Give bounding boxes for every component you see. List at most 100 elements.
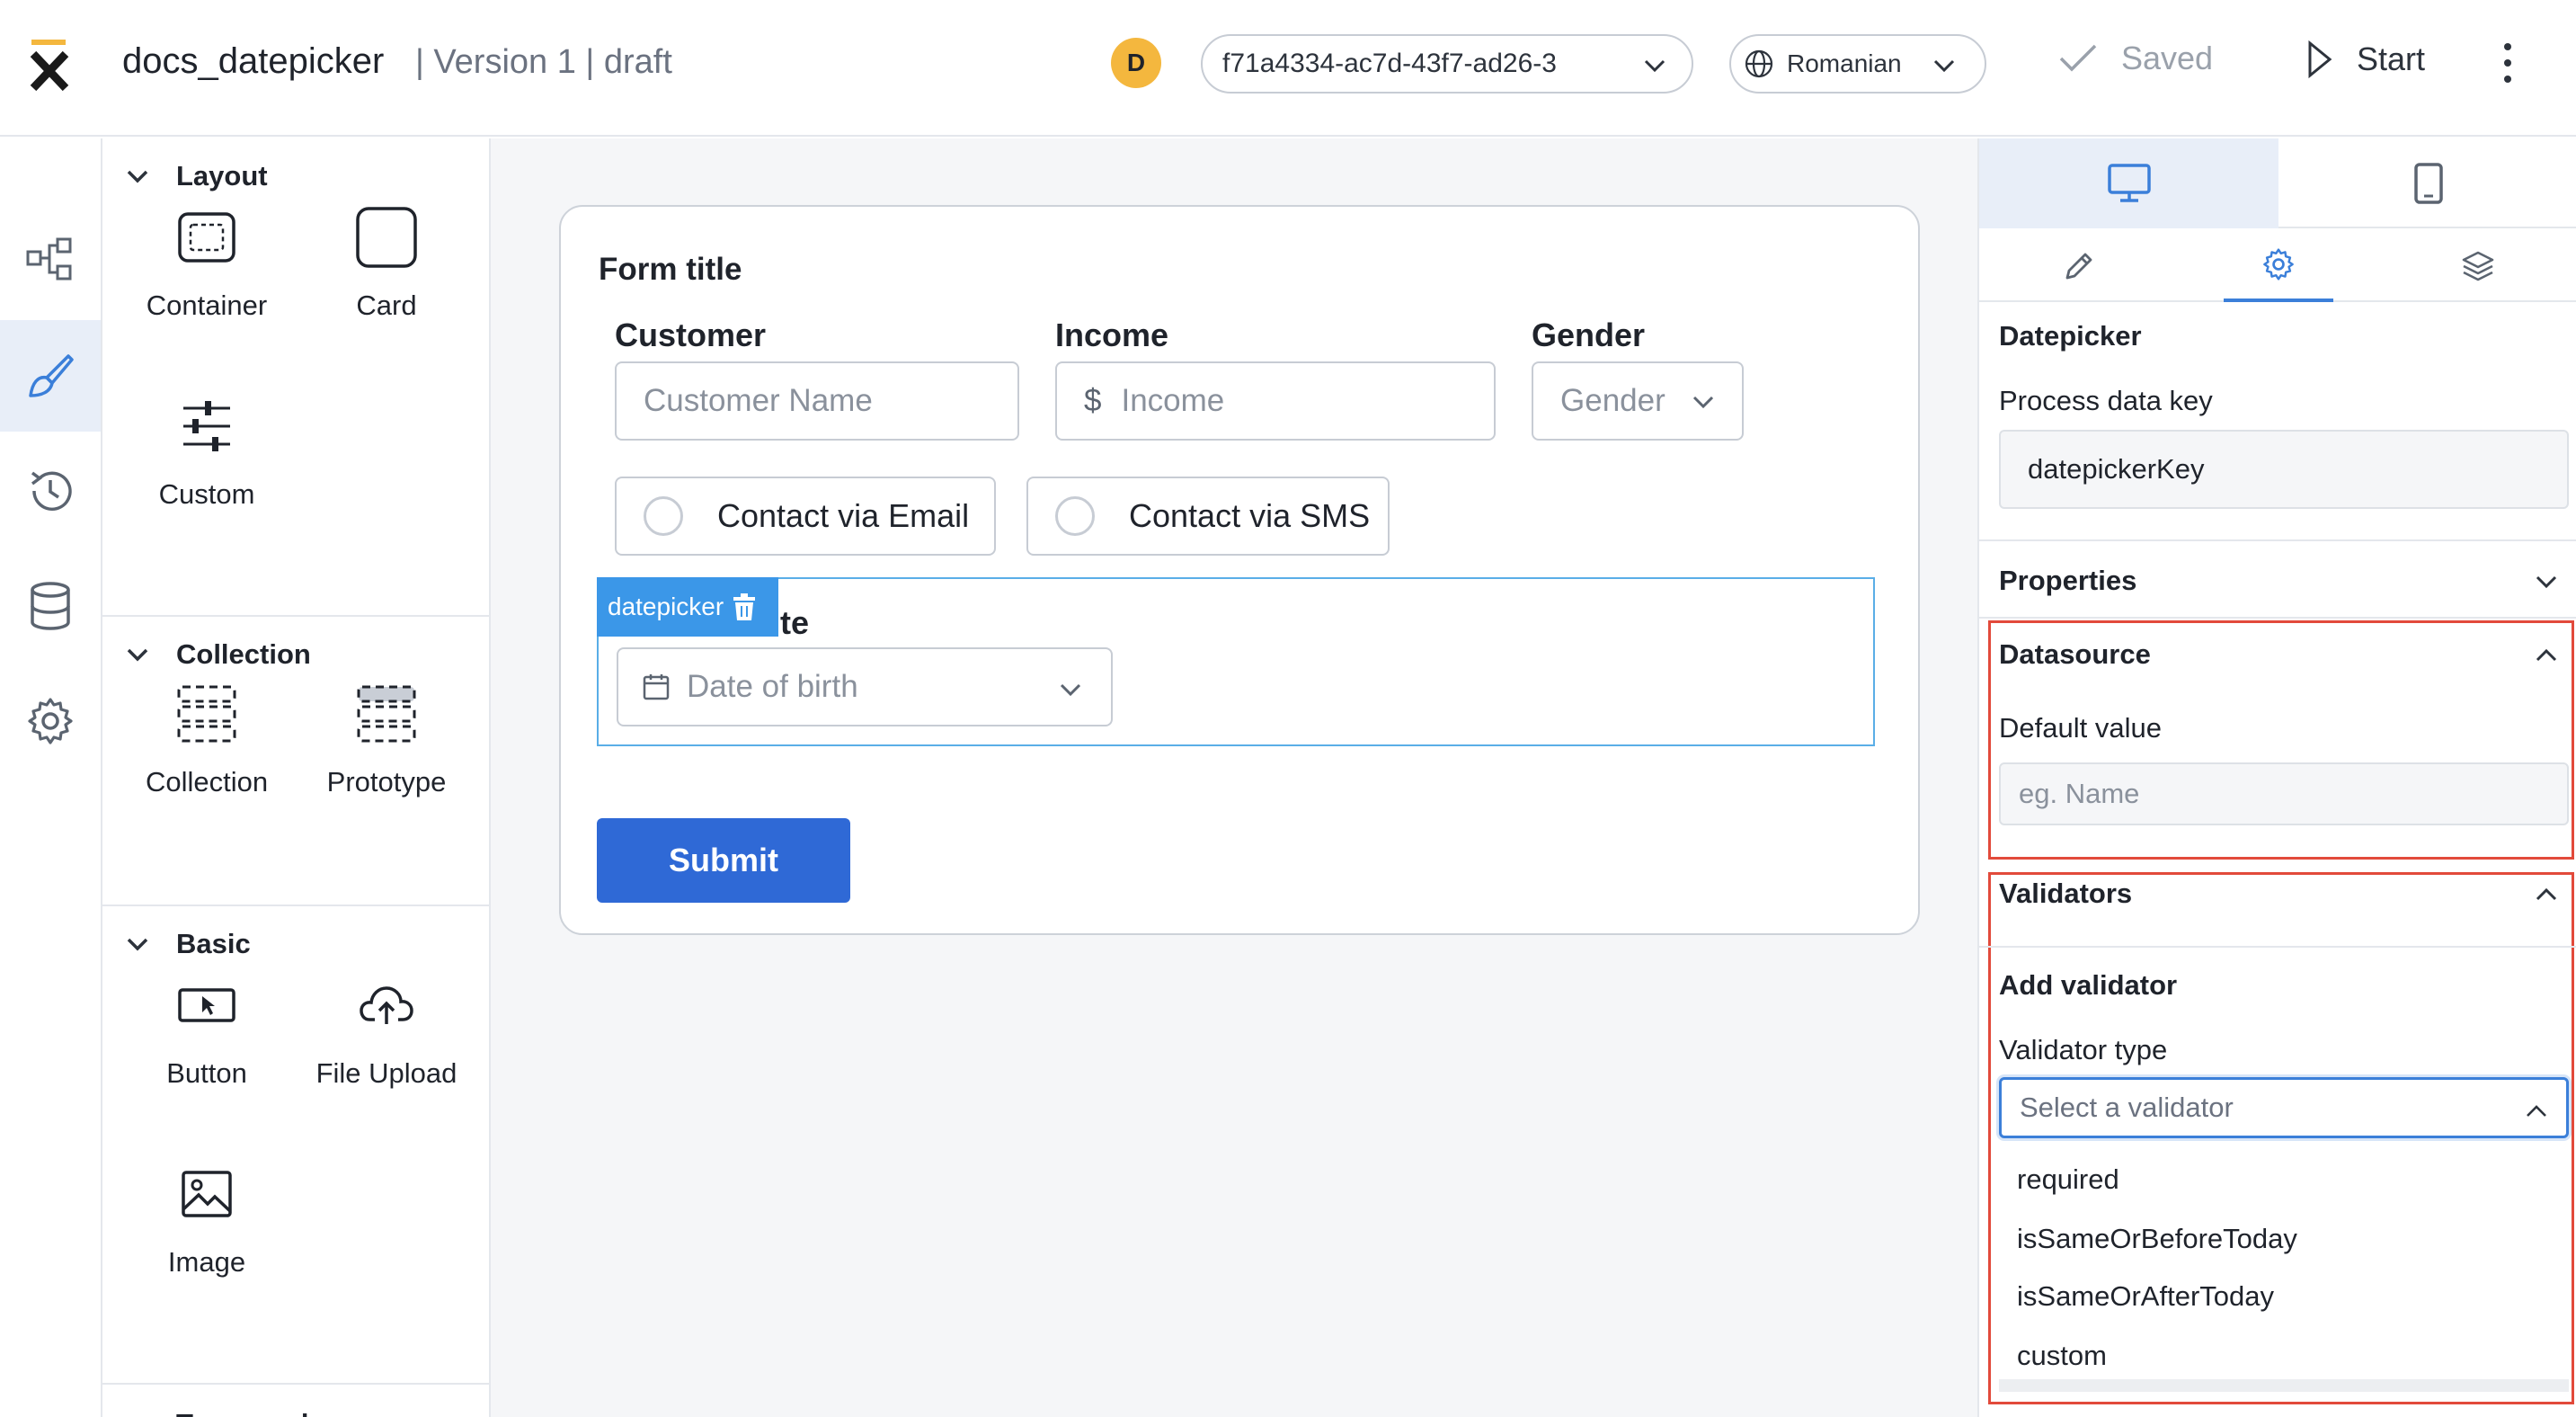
divider (102, 1383, 489, 1385)
currency-prefix: $ (1084, 383, 1102, 418)
tab-layers[interactable] (2423, 230, 2533, 302)
divider (1979, 539, 2576, 541)
divider (102, 615, 489, 617)
property-mode-tabs (1979, 230, 2576, 302)
palette-file-upload[interactable]: File Upload (297, 933, 476, 1095)
more-options-icon[interactable] (2490, 38, 2526, 88)
language-select[interactable]: Romanian (1729, 34, 1986, 94)
add-validator-title: Add validator (1999, 969, 2178, 1001)
validator-option-is-same-or-after-today[interactable]: isSameOrAfterToday (2017, 1280, 2274, 1313)
chevron-down-icon (1931, 52, 1958, 79)
rail-settings[interactable] (0, 665, 101, 777)
date-of-birth-input[interactable]: Date of birth (617, 647, 1113, 726)
process-flow-icon (26, 237, 72, 281)
default-value-input[interactable]: eg. Name (1999, 762, 2569, 825)
chevron-down-icon (124, 1411, 151, 1417)
sliders-icon (183, 401, 230, 451)
trash-icon[interactable] (733, 593, 756, 620)
datepicker-tag[interactable]: datepicker (597, 577, 778, 637)
palette-container-label: Container (146, 290, 268, 321)
chevron-down-icon (1057, 676, 1084, 703)
tab-mobile[interactable] (2278, 138, 2576, 228)
rail-data-model[interactable] (0, 550, 101, 662)
rail-history[interactable] (0, 435, 101, 547)
chevron-down-icon (1641, 52, 1668, 79)
icon-rail (0, 138, 102, 1417)
datepicker-label: te (780, 604, 810, 641)
rail-ui-designer[interactable] (0, 320, 101, 432)
design-canvas[interactable]: Form title Customer Customer Name Income… (491, 138, 1977, 1417)
rail-process-flow[interactable] (0, 203, 101, 315)
palette-custom[interactable]: Custom (117, 354, 297, 516)
document-version-status: | Version 1 | draft (415, 43, 672, 81)
validator-type-select[interactable]: Select a validator (1999, 1077, 2569, 1138)
palette-card[interactable]: Card (297, 165, 476, 327)
contact-email-label: Contact via Email (717, 497, 970, 534)
palette-collection-label: Collection (145, 766, 269, 798)
tab-desktop[interactable] (1979, 138, 2278, 228)
version-select[interactable]: f71a4334-ac7d-43f7-ad26-3 (1201, 34, 1693, 94)
palette-image[interactable]: Image (117, 1122, 297, 1284)
properties-section-toggle[interactable]: Properties (1999, 565, 2136, 597)
contact-email-radio[interactable]: Contact via Email (615, 477, 996, 556)
tab-settings[interactable] (2224, 230, 2333, 302)
radio-circle (1055, 496, 1095, 536)
palette-container[interactable]: Container (117, 165, 297, 327)
chevron-down-icon[interactable] (2533, 568, 2560, 595)
pencil-icon (2065, 253, 2092, 280)
divider (1979, 617, 2576, 619)
gender-select[interactable]: Gender (1532, 361, 1744, 441)
validators-section-toggle[interactable]: Validators (1999, 878, 2132, 910)
mobile-icon (2413, 163, 2443, 204)
validator-option-custom[interactable]: custom (2017, 1340, 2107, 1372)
customer-input[interactable]: Customer Name (615, 361, 1019, 441)
validator-option-is-same-or-before-today[interactable]: isSameOrBeforeToday (2017, 1223, 2297, 1255)
play-icon (2308, 40, 2332, 79)
chevron-up-icon (2523, 1098, 2550, 1125)
gender-label: Gender (1532, 316, 1646, 353)
start-button[interactable]: Start (2306, 40, 2425, 79)
properties-panel: Datepicker Process data key datepickerKe… (1977, 138, 2576, 1417)
desktop-icon (2107, 164, 2151, 202)
validator-type-label: Validator type (1999, 1034, 2168, 1065)
gear-icon (28, 698, 73, 744)
palette-button[interactable]: Button (117, 933, 297, 1095)
customer-label: Customer (615, 316, 767, 353)
tab-edit[interactable] (2024, 230, 2134, 302)
palette-collection[interactable]: Collection (117, 642, 297, 804)
validator-option-required[interactable]: required (2017, 1163, 2119, 1196)
globe-icon (1744, 49, 1774, 79)
typography-section-toggle[interactable]: Typography (102, 1388, 489, 1417)
saved-status: Saved (2058, 40, 2213, 77)
palette-file-upload-label: File Upload (315, 1057, 457, 1089)
device-tabs (1979, 138, 2576, 228)
submit-button[interactable]: Submit (597, 818, 850, 903)
palette-prototype[interactable]: Prototype (297, 642, 476, 804)
divider (1979, 946, 2576, 948)
process-key-input[interactable]: datepickerKey (1999, 430, 2569, 509)
component-palette: Layout Container Card Custom Collection … (102, 138, 491, 1417)
gear-icon (2263, 248, 2294, 281)
income-input[interactable]: $ Income (1055, 361, 1496, 441)
chevron-down-icon (1690, 388, 1717, 415)
form-card[interactable]: Form title Customer Customer Name Income… (559, 205, 1920, 935)
contact-sms-radio[interactable]: Contact via SMS (1026, 477, 1390, 556)
prototype-icon (357, 685, 416, 743)
user-avatar[interactable]: D (1111, 38, 1161, 88)
process-key-value: datepickerKey (2028, 453, 2205, 485)
history-icon (31, 471, 72, 511)
validator-options-list: required isSameOrBeforeToday isSameOrAft… (1999, 1144, 2569, 1395)
divider (102, 905, 489, 906)
datasource-section-toggle[interactable]: Datasource (1999, 638, 2151, 671)
component-type-title: Datepicker (1999, 320, 2142, 352)
default-value-label: Default value (1999, 712, 2162, 744)
selected-datepicker-block[interactable]: datepicker te Date of birth (597, 577, 1875, 746)
datepicker-tag-label: datepicker (608, 593, 724, 620)
cloud-upload-icon (360, 986, 413, 1024)
chevron-up-icon[interactable] (2533, 881, 2560, 908)
document-title: docs_datepicker (122, 41, 385, 81)
gender-select-placeholder: Gender (1560, 383, 1666, 418)
palette-image-label: Image (167, 1246, 246, 1278)
app-logo[interactable] (29, 40, 70, 92)
chevron-up-icon[interactable] (2533, 642, 2560, 669)
